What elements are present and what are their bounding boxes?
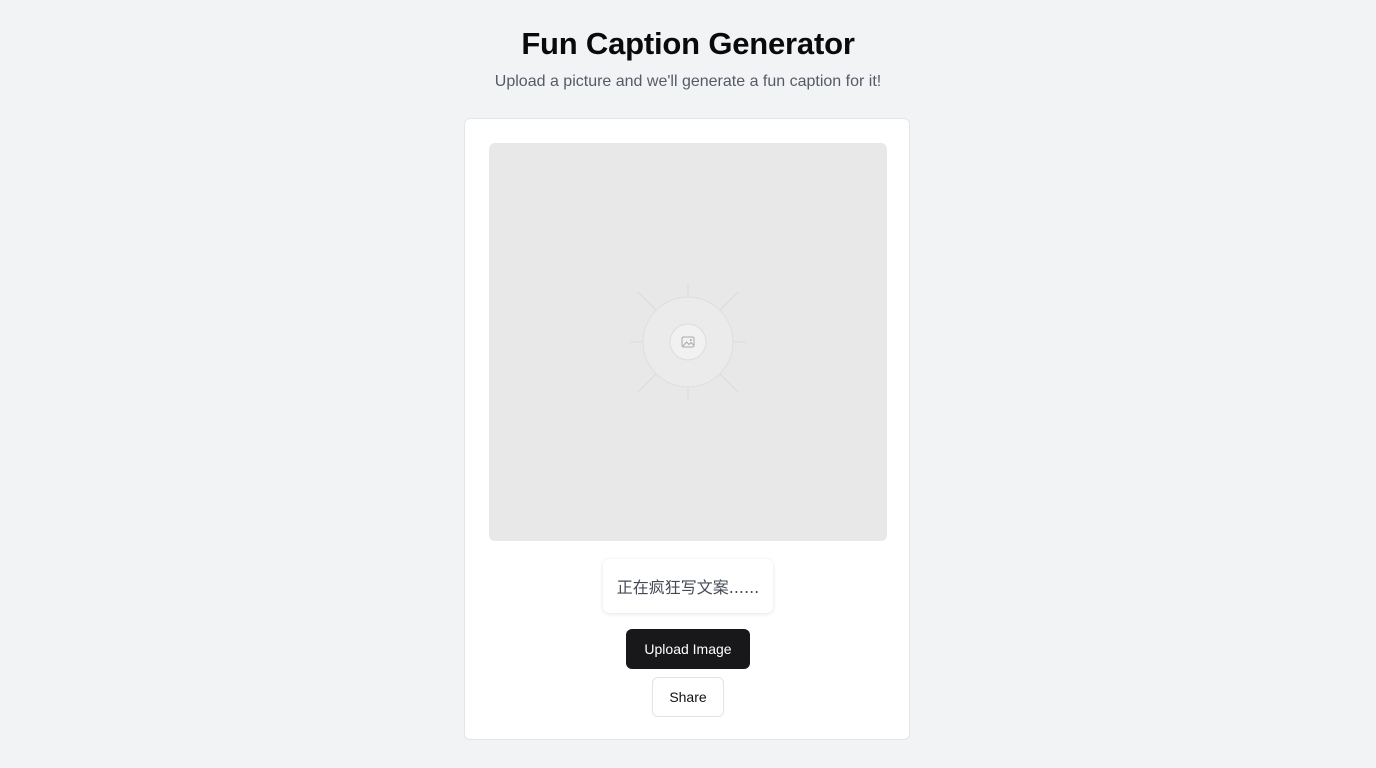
image-placeholder-icon	[630, 284, 746, 400]
page-subtitle: Upload a picture and we'll generate a fu…	[494, 73, 882, 90]
share-button[interactable]: Share	[652, 677, 724, 717]
page-title: Fun Caption Generator	[521, 26, 855, 61]
page: Fun Caption Generator Upload a picture a…	[0, 0, 1376, 768]
caption-card: 正在疯狂写文案...... Upload Image Share	[464, 118, 910, 740]
caption-status: 正在疯狂写文案......	[603, 559, 773, 613]
upload-image-button[interactable]: Upload Image	[626, 629, 750, 669]
image-preview-area[interactable]	[489, 143, 887, 541]
